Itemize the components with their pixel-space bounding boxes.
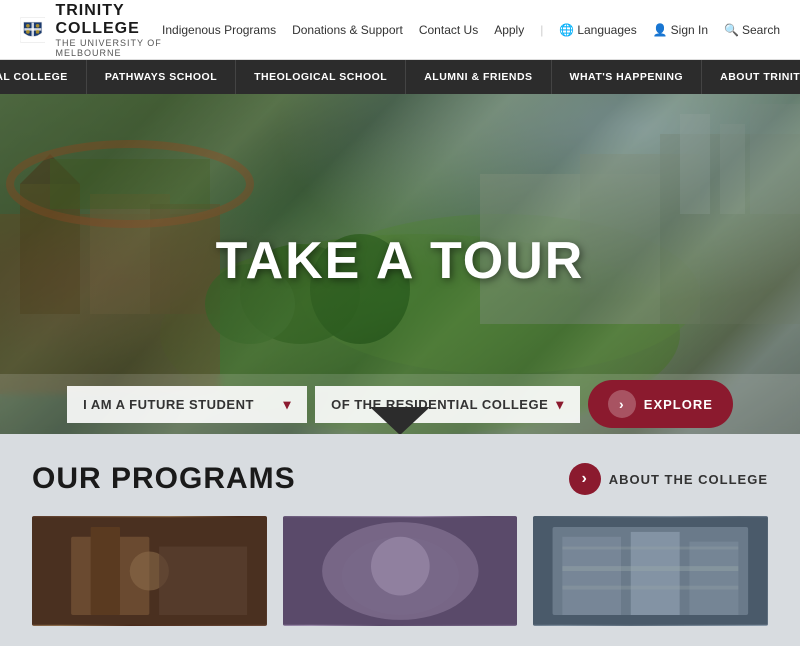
program-cards [32,516,768,626]
programs-header: OUR PROGRAMS › ABOUT THE COLLEGE [32,462,768,496]
programs-section: OUR PROGRAMS › ABOUT THE COLLEGE [0,434,800,646]
nav-about[interactable]: ABOUT TRINITY COLLEGE [702,60,800,94]
signin-link[interactable]: 👤 Sign In [653,23,708,37]
globe-icon: 🌐 [559,23,574,37]
top-nav: Indigenous Programs Donations & Support … [162,23,780,37]
college-name: TRINITY COLLEGE [55,2,162,38]
indigenous-programs-link[interactable]: Indigenous Programs [162,23,276,37]
explore-button[interactable]: › EXPLORE [588,380,733,428]
hero-arrow-indicator [370,407,430,434]
apply-link[interactable]: Apply [494,23,524,37]
chevron-down-icon: ▾ [284,396,292,413]
about-label: ABOUT THE COLLEGE [609,472,768,487]
logo-area: TRINITY COLLEGE THE UNIVERSITY OF MELBOU… [20,2,162,58]
college-type-label: OF THE RESIDENTIAL COLLEGE [331,397,548,412]
user-icon: 👤 [653,23,668,37]
nav-theological[interactable]: THEOLOGICAL SCHOOL [236,60,406,94]
top-bar: TRINITY COLLEGE THE UNIVERSITY OF MELBOU… [0,0,800,60]
search-icon: 🔍 [724,23,739,37]
arrow-right-icon: › [608,390,636,418]
student-type-label: I AM A FUTURE STUDENT [83,397,254,412]
nav-pathways[interactable]: PATHWAYS SCHOOL [87,60,236,94]
contact-link[interactable]: Contact Us [419,23,478,37]
languages-link[interactable]: 🌐 Languages [559,23,636,37]
about-college-button[interactable]: › ABOUT THE COLLEGE [569,463,768,495]
hero-title: TAKE A TOUR [216,231,585,291]
card-image-3 [533,516,768,626]
main-nav: RESIDENTIAL COLLEGE PATHWAYS SCHOOL THEO… [0,60,800,94]
card-image-1 [32,516,267,626]
nav-alumni[interactable]: ALUMNI & FRIENDS [406,60,551,94]
college-type-selector[interactable]: OF THE RESIDENTIAL COLLEGE ▾ [315,386,580,423]
donations-link[interactable]: Donations & Support [292,23,403,37]
explore-label: EXPLORE [644,397,713,412]
arrow-right-circle-icon: › [569,463,601,495]
logo-crest-icon [20,9,45,51]
chevron-down-icon-2: ▾ [556,396,564,413]
nav-residential[interactable]: RESIDENTIAL COLLEGE [0,60,87,94]
university-name: THE UNIVERSITY OF MELBOURNE [55,38,162,58]
hero-section: TAKE A TOUR I AM A FUTURE STUDENT ▾ OF T… [0,94,800,434]
program-card-3[interactable] [533,516,768,626]
program-card-1[interactable] [32,516,267,626]
programs-title: OUR PROGRAMS [32,462,296,496]
card-image-2 [283,516,518,626]
logo-text: TRINITY COLLEGE THE UNIVERSITY OF MELBOU… [55,2,162,58]
student-type-selector[interactable]: I AM A FUTURE STUDENT ▾ [67,386,307,423]
nav-happening[interactable]: WHAT'S HAPPENING [552,60,703,94]
nav-separator: | [540,23,543,37]
search-link[interactable]: 🔍 Search [724,23,780,37]
program-card-2[interactable] [283,516,518,626]
